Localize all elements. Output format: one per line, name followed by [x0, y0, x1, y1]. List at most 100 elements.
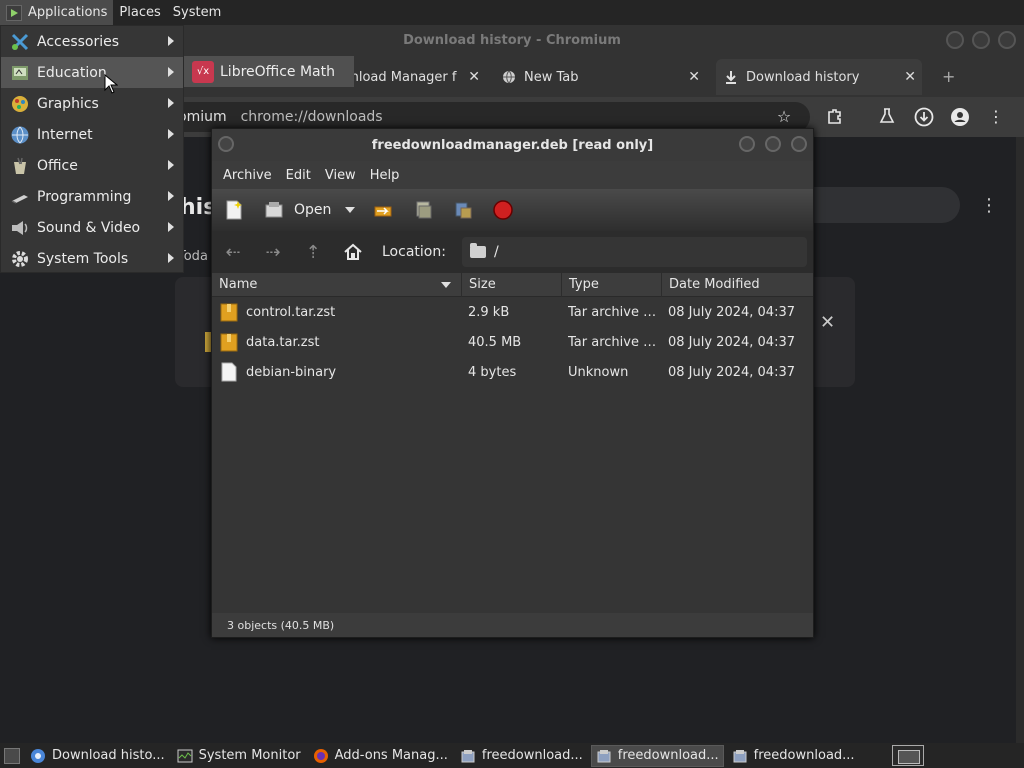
file-row[interactable]: control.tar.zst 2.9 kB Tar archive (… 08…	[212, 297, 813, 327]
task-label: freedownload...	[617, 748, 719, 763]
tab-download-manager[interactable]: wnload Manager f ✕	[340, 59, 480, 95]
menu-item-label: Internet	[37, 126, 93, 143]
location-field[interactable]: /	[462, 237, 807, 267]
extract-icon[interactable]	[371, 198, 395, 222]
remove-download-icon[interactable]: ✕	[820, 312, 835, 333]
top-panel: Applications Places System	[0, 0, 1024, 25]
places-menu-button[interactable]: Places	[113, 0, 166, 25]
task-label: Download histo...	[52, 748, 165, 763]
task-system-monitor[interactable]: System Monitor	[173, 745, 305, 767]
home-icon[interactable]	[342, 241, 364, 263]
close-button[interactable]	[791, 136, 807, 152]
archive-window-buttons	[739, 136, 807, 152]
tab-close-icon[interactable]: ✕	[688, 69, 700, 85]
add-folder-icon[interactable]	[451, 198, 475, 222]
close-button[interactable]	[998, 31, 1016, 49]
menu-help[interactable]: Help	[363, 168, 407, 183]
file-size: 40.5 MB	[468, 334, 522, 350]
column-header-label: Type	[569, 277, 599, 292]
downloads-more-icon[interactable]: ⋮	[980, 195, 998, 216]
menu-item-programming[interactable]: Programming	[1, 181, 183, 212]
downloads-toolbar-icon[interactable]	[914, 107, 934, 127]
tab-new-tab[interactable]: New Tab ✕	[502, 59, 700, 95]
chromium-menu-icon[interactable]: ⋮	[986, 107, 1006, 127]
firefox-icon	[313, 748, 329, 764]
sound-video-icon	[9, 217, 31, 239]
maximize-button[interactable]	[972, 31, 990, 49]
workspace-switcher[interactable]	[892, 745, 924, 766]
new-archive-icon[interactable]	[222, 198, 246, 222]
back-arrow-icon[interactable]: ⇠	[222, 241, 244, 263]
forward-arrow-icon[interactable]: ⇢	[262, 241, 284, 263]
task-archive-manager[interactable]: freedownload...	[456, 745, 587, 767]
menu-edit[interactable]: Edit	[279, 168, 318, 183]
file-type: Tar archive (…	[568, 304, 658, 320]
maximize-button[interactable]	[765, 136, 781, 152]
system-monitor-icon	[177, 748, 193, 764]
menu-item-internet[interactable]: Internet	[1, 119, 183, 150]
applications-menu-button[interactable]: Applications	[0, 0, 114, 25]
system-label: System	[172, 5, 222, 20]
menu-item-label: Programming	[37, 188, 132, 205]
programming-icon	[9, 186, 31, 208]
file-row[interactable]: debian-binary 4 bytes Unknown 08 July 20…	[212, 357, 813, 387]
minimize-button[interactable]	[739, 136, 755, 152]
file-icon	[220, 362, 238, 382]
submenu-arrow-icon	[168, 98, 174, 108]
file-row[interactable]: data.tar.zst 40.5 MB Tar archive (… 08 J…	[212, 327, 813, 357]
archive-menubar: Archive Edit View Help	[212, 161, 813, 189]
task-chromium[interactable]: Download histo...	[26, 745, 169, 767]
column-header-date-modified[interactable]: Date Modified	[662, 273, 813, 297]
task-label: System Monitor	[198, 748, 301, 763]
tab-download-history[interactable]: Download history ✕	[716, 59, 922, 95]
chromium-icon	[30, 748, 46, 764]
task-archive-manager-active[interactable]: freedownload...	[590, 744, 724, 767]
archive-titlebar: freedownloadmanager.deb [read only]	[212, 129, 813, 161]
labs-flask-icon[interactable]	[877, 107, 897, 127]
open-archive-button[interactable]: Open	[262, 198, 356, 222]
show-desktop-icon[interactable]	[4, 747, 20, 764]
menu-item-system-tools[interactable]: System Tools	[1, 243, 183, 274]
bookmark-star-icon[interactable]: ☆	[774, 107, 794, 127]
extensions-icon[interactable]	[825, 107, 845, 127]
system-menu-button[interactable]: System	[167, 0, 227, 25]
column-header-name[interactable]: Name	[212, 272, 462, 297]
page-scrollbar[interactable]	[1016, 137, 1024, 743]
stop-icon[interactable]	[491, 198, 515, 222]
submenu-arrow-icon	[168, 191, 174, 201]
profile-avatar-icon[interactable]	[950, 107, 970, 127]
column-header-label: Size	[469, 277, 496, 292]
up-arrow-icon[interactable]: ⇡	[302, 241, 324, 263]
window-menu-button[interactable]	[218, 136, 234, 152]
new-tab-plus-icon[interactable]: +	[942, 67, 955, 86]
archive-icon	[220, 302, 238, 322]
menu-item-education[interactable]: Education	[1, 57, 183, 88]
task-firefox-addons[interactable]: Add-ons Manag...	[309, 745, 452, 767]
menu-item-accessories[interactable]: Accessories	[1, 26, 183, 57]
menu-item-office[interactable]: Office	[1, 150, 183, 181]
task-archive-manager[interactable]: freedownload...	[728, 745, 859, 767]
file-date: 08 July 2024, 04:37	[668, 304, 795, 320]
tab-label: wnload Manager f	[340, 69, 457, 85]
column-header-size[interactable]: Size	[462, 272, 562, 297]
menu-item-label: Accessories	[37, 33, 120, 50]
tab-label: Download history	[746, 69, 860, 85]
education-submenu-item-libreoffice-math[interactable]: √x LibreOffice Math	[184, 56, 354, 87]
minimize-button[interactable]	[946, 31, 964, 49]
menu-view[interactable]: View	[318, 168, 363, 183]
omnibox-url: chrome://downloads	[240, 109, 383, 125]
menu-item-label: Graphics	[37, 95, 99, 112]
menu-archive[interactable]: Archive	[216, 168, 279, 183]
submenu-arrow-icon	[168, 67, 174, 77]
add-files-icon[interactable]	[411, 198, 435, 222]
menu-item-graphics[interactable]: Graphics	[1, 88, 183, 119]
internet-icon	[9, 124, 31, 146]
menu-item-sound-video[interactable]: Sound & Video	[1, 212, 183, 243]
tab-label: New Tab	[524, 69, 579, 85]
menu-item-label: System Tools	[37, 250, 129, 267]
tab-close-icon[interactable]: ✕	[468, 69, 480, 85]
archive-manager-icon	[596, 748, 612, 764]
column-header-type[interactable]: Type	[562, 272, 662, 297]
tab-close-icon[interactable]: ✕	[904, 69, 916, 85]
open-dropdown-arrow-icon[interactable]	[345, 207, 356, 213]
